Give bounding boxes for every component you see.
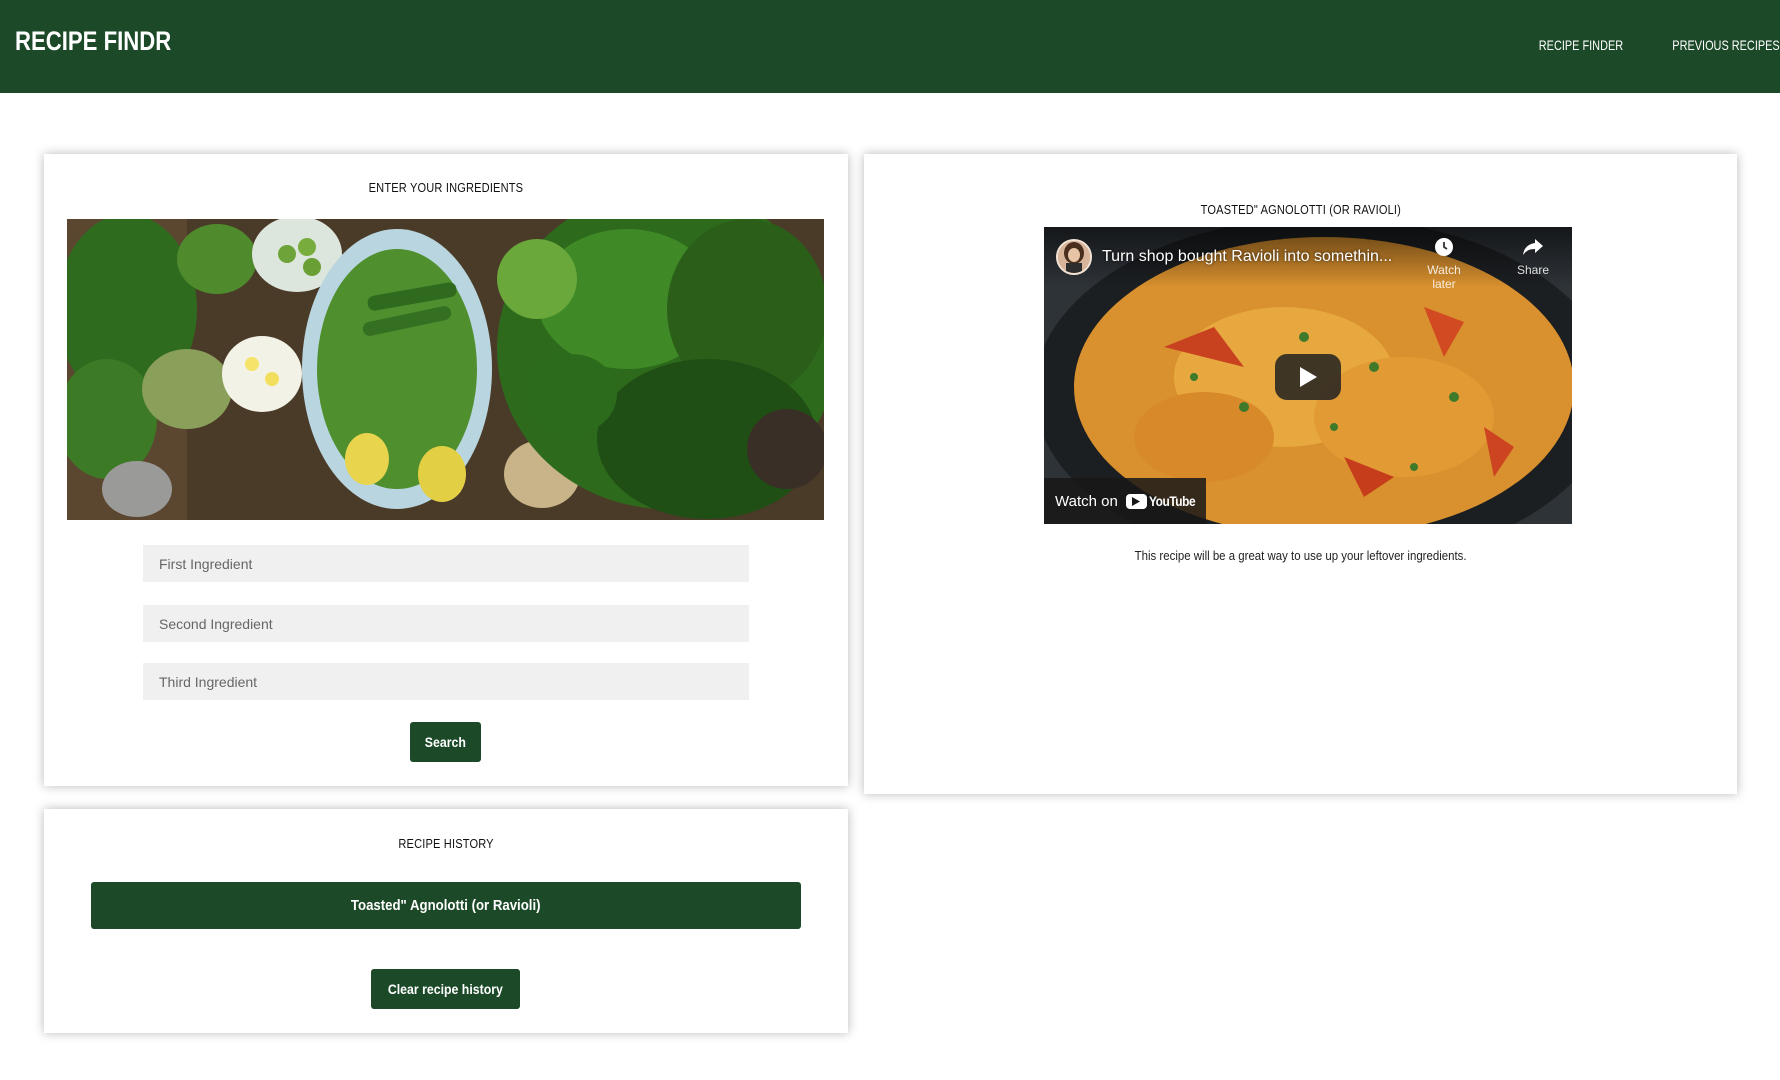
channel-avatar[interactable] xyxy=(1056,239,1092,275)
share-label: Share xyxy=(1516,263,1550,277)
second-ingredient-input[interactable] xyxy=(143,605,749,642)
first-ingredient-input[interactable] xyxy=(143,545,749,582)
watch-on-youtube-button[interactable]: Watch on YouTube xyxy=(1044,478,1206,524)
recipe-result-card: TOASTED" AGNOLOTTI (OR RAVIOLI) Turn sho… xyxy=(864,154,1737,794)
share-button[interactable]: Share xyxy=(1508,237,1558,277)
nav-link-recipe-finder[interactable]: RECIPE FINDER xyxy=(1539,37,1623,53)
watch-later-button[interactable]: Watch later xyxy=(1416,237,1472,291)
brand-logo[interactable]: RECIPE FINDR xyxy=(15,26,171,57)
play-button[interactable] xyxy=(1275,354,1341,400)
watch-later-label: Watch later xyxy=(1427,263,1461,291)
vegetables-image xyxy=(67,219,824,520)
nav-links: RECIPE FINDER PREVIOUS RECIPES xyxy=(1496,37,1780,53)
clear-history-button[interactable]: Clear recipe history xyxy=(371,969,520,1009)
recipe-result-title: TOASTED" AGNOLOTTI (OR RAVIOLI) xyxy=(1200,202,1401,217)
ingredients-title: ENTER YOUR INGREDIENTS xyxy=(368,180,524,195)
recipe-history-title: RECIPE HISTORY xyxy=(398,836,494,851)
video-title[interactable]: Turn shop bought Ravioli into somethin..… xyxy=(1102,248,1392,266)
third-ingredient-input[interactable] xyxy=(143,663,749,700)
recipe-video-embed[interactable]: Turn shop bought Ravioli into somethin..… xyxy=(1044,227,1572,524)
play-icon xyxy=(1300,367,1317,387)
search-button[interactable]: Search xyxy=(410,722,481,762)
top-navbar: RECIPE FINDR RECIPE FINDER PREVIOUS RECI… xyxy=(0,0,1780,93)
history-item-button[interactable]: Toasted" Agnolotti (or Ravioli) xyxy=(91,882,801,929)
recipe-history-card: RECIPE HISTORY Toasted" Agnolotti (or Ra… xyxy=(44,809,848,1033)
ingredients-card: ENTER YOUR INGREDIENTS First Ingredient … xyxy=(44,154,848,786)
share-icon xyxy=(1523,239,1543,255)
nav-link-previous-recipes[interactable]: PREVIOUS RECIPES xyxy=(1673,37,1780,53)
youtube-logo-icon: YouTube xyxy=(1125,493,1203,509)
watch-on-label: Watch on xyxy=(1055,492,1118,510)
recipe-description: This recipe will be a great way to use u… xyxy=(1134,548,1467,563)
clock-icon xyxy=(1435,238,1453,256)
